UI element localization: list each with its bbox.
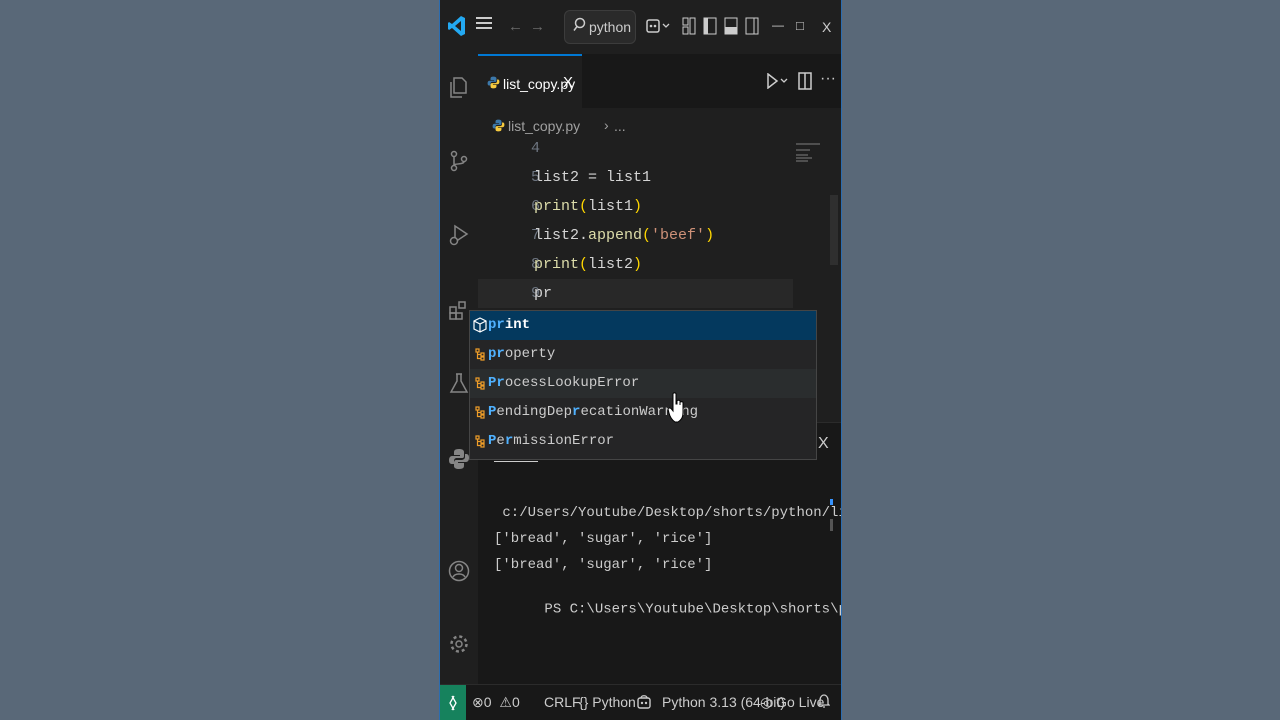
language-label: Python bbox=[592, 694, 636, 710]
panel-tab-underline bbox=[494, 461, 538, 462]
title-bar: ← → python — □ X bbox=[440, 0, 841, 54]
editor-tabs: list_copy.py X ··· bbox=[478, 54, 841, 108]
source-control-icon[interactable] bbox=[448, 150, 470, 172]
code-text: print(list2) bbox=[534, 256, 643, 273]
code-line: 8 print(list2) bbox=[478, 250, 798, 279]
vscode-window: ← → python — □ X list_copy.py X ··· list… bbox=[440, 0, 841, 720]
bell-icon[interactable] bbox=[817, 693, 831, 712]
class-icon bbox=[473, 433, 487, 449]
terminal-line: ['bread', 'sugar', 'rice'] bbox=[494, 557, 713, 573]
code-line: 5 list2 = list1 bbox=[478, 163, 798, 192]
arrow-left-icon[interactable]: ← bbox=[508, 17, 523, 37]
suggestion-label: PermissionError bbox=[488, 433, 615, 449]
vscode-logo-icon bbox=[448, 15, 466, 43]
toggle-secondary-sidebar-icon[interactable] bbox=[745, 17, 759, 41]
suggestion-item[interactable]: PermissionError bbox=[470, 427, 816, 456]
eol-status[interactable]: CRLF bbox=[544, 694, 581, 710]
class-icon bbox=[473, 404, 487, 420]
hand-pointer-icon bbox=[667, 392, 686, 431]
close-window-button[interactable]: X bbox=[822, 17, 831, 37]
error-icon: ⊗ bbox=[472, 694, 484, 710]
method-cube-icon bbox=[473, 317, 487, 333]
terminal-scrollbar-thumb[interactable] bbox=[830, 519, 833, 531]
tab-close-button[interactable]: X bbox=[563, 74, 573, 91]
breadcrumb-more[interactable]: ... bbox=[614, 118, 626, 134]
command-center-search[interactable]: python bbox=[564, 10, 636, 44]
more-actions-icon[interactable]: ··· bbox=[820, 70, 836, 88]
arrow-right-icon[interactable]: → bbox=[530, 17, 545, 37]
terminal-panel: X c:/Users/Youtube/Desktop/shorts/python… bbox=[478, 422, 841, 685]
suggestion-label: property bbox=[488, 346, 556, 362]
tab-list-copy[interactable]: list_copy.py X bbox=[478, 54, 582, 108]
suggestion-label: ProcessLookupError bbox=[488, 375, 640, 391]
code-text: list2 = list1 bbox=[534, 169, 652, 186]
testing-flask-icon[interactable] bbox=[448, 372, 470, 394]
editor-scrollbar[interactable] bbox=[830, 195, 838, 265]
toggle-panel-icon[interactable] bbox=[724, 17, 738, 41]
suggestion-item[interactable]: print bbox=[470, 311, 816, 340]
autocomplete-suggestions: print property ProcessLookupError Pendin… bbox=[469, 310, 817, 460]
copilot-status-icon[interactable] bbox=[637, 694, 651, 713]
minimap[interactable] bbox=[796, 142, 826, 168]
extensions-icon[interactable] bbox=[448, 300, 470, 322]
explorer-icon[interactable] bbox=[448, 76, 470, 98]
run-python-icon[interactable] bbox=[766, 72, 788, 94]
python-icon[interactable] bbox=[448, 448, 470, 470]
code-text: list2.append('beef') bbox=[534, 227, 715, 244]
class-icon bbox=[473, 346, 487, 362]
language-status[interactable]: {} Python bbox=[579, 694, 636, 710]
terminal-prompt-line[interactable]: PS C:\Users\Youtube\Desktop\shorts\pytho… bbox=[494, 582, 841, 636]
code-text: pr bbox=[534, 285, 553, 302]
go-live-button[interactable]: ◎ Go Live bbox=[760, 694, 824, 711]
code-line: 4 bbox=[478, 134, 798, 163]
class-icon bbox=[473, 375, 487, 391]
suggestion-item[interactable]: ProcessLookupError bbox=[470, 369, 816, 398]
python-file-icon bbox=[492, 119, 505, 132]
python-file-icon bbox=[487, 76, 500, 89]
current-code-line: 9 pr bbox=[478, 279, 793, 308]
terminal-prompt: PS C:\Users\Youtube\Desktop\shorts\pytho… bbox=[544, 601, 841, 618]
terminal-scrollbar[interactable] bbox=[830, 499, 833, 505]
breadcrumb-file[interactable]: list_copy.py bbox=[508, 118, 580, 134]
run-debug-icon[interactable] bbox=[448, 224, 470, 246]
copilot-icon[interactable] bbox=[645, 16, 671, 42]
warning-count: 0 bbox=[511, 694, 520, 710]
remote-indicator[interactable] bbox=[440, 685, 466, 720]
maximize-button[interactable]: □ bbox=[796, 16, 804, 36]
suggestion-item[interactable]: PendingDeprecationWarning bbox=[470, 398, 816, 427]
toggle-sidebar-icon[interactable] bbox=[703, 17, 717, 41]
customize-layout-icon[interactable] bbox=[682, 17, 696, 41]
minimize-button[interactable]: — bbox=[772, 15, 784, 35]
warning-icon: ⚠ bbox=[499, 694, 512, 710]
search-icon bbox=[573, 17, 586, 35]
search-text: python bbox=[589, 19, 632, 35]
status-bar: ⊗0 ⚠0 CRLF {} Python Python 3.13 (64-bit… bbox=[440, 684, 841, 720]
line-number: 4 bbox=[530, 140, 540, 157]
code-text: print(list1) bbox=[534, 198, 643, 215]
breadcrumb-separator: › bbox=[604, 117, 609, 133]
braces-icon: {} bbox=[579, 694, 589, 710]
panel-close-button[interactable]: X bbox=[818, 435, 829, 453]
split-editor-icon[interactable] bbox=[798, 72, 812, 95]
gear-icon[interactable] bbox=[448, 633, 470, 655]
terminal-line: c:/Users/Youtube/Desktop/shorts/python/l… bbox=[502, 505, 841, 521]
code-line: 6 print(list1) bbox=[478, 192, 798, 221]
suggestion-label: print bbox=[488, 317, 531, 333]
hamburger-icon[interactable] bbox=[476, 16, 492, 36]
terminal-line: ['bread', 'sugar', 'rice'] bbox=[494, 531, 713, 547]
accounts-icon[interactable] bbox=[448, 560, 470, 582]
broadcast-icon: ◎ bbox=[760, 694, 773, 710]
code-line: 7 list2.append('beef') bbox=[478, 221, 798, 250]
problems-status[interactable]: ⊗0 ⚠0 bbox=[472, 694, 520, 711]
error-count: 0 bbox=[483, 694, 492, 710]
suggestion-label: PendingDeprecationWarning bbox=[488, 404, 699, 420]
suggestion-item[interactable]: property bbox=[470, 340, 816, 369]
